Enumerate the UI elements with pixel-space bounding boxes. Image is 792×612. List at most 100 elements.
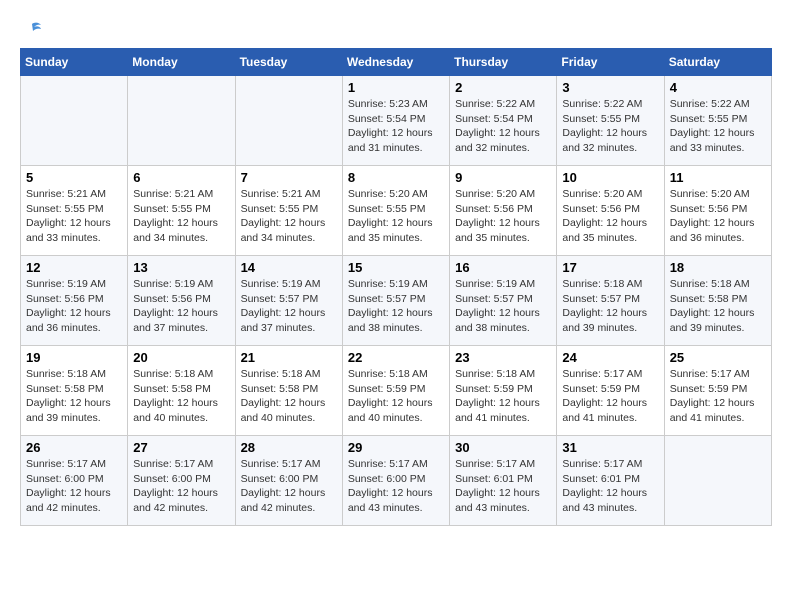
day-number: 9 <box>455 170 551 185</box>
day-number: 29 <box>348 440 444 455</box>
day-info: Sunrise: 5:22 AM Sunset: 5:55 PM Dayligh… <box>562 97 658 156</box>
day-info: Sunrise: 5:17 AM Sunset: 6:01 PM Dayligh… <box>562 457 658 516</box>
day-number: 6 <box>133 170 229 185</box>
calendar-cell: 2 Sunrise: 5:22 AM Sunset: 5:54 PM Daylig… <box>450 76 557 166</box>
day-info: Sunrise: 5:19 AM Sunset: 5:57 PM Dayligh… <box>348 277 444 336</box>
day-info: Sunrise: 5:17 AM Sunset: 6:00 PM Dayligh… <box>26 457 122 516</box>
calendar-cell: 28 Sunrise: 5:17 AM Sunset: 6:00 PM Dayli… <box>235 436 342 526</box>
day-info: Sunrise: 5:18 AM Sunset: 5:58 PM Dayligh… <box>241 367 337 426</box>
calendar-cell: 31 Sunrise: 5:17 AM Sunset: 6:01 PM Dayli… <box>557 436 664 526</box>
day-info: Sunrise: 5:17 AM Sunset: 6:00 PM Dayligh… <box>133 457 229 516</box>
logo-bird-icon <box>21 20 43 42</box>
day-info: Sunrise: 5:18 AM Sunset: 5:57 PM Dayligh… <box>562 277 658 336</box>
calendar-cell <box>128 76 235 166</box>
calendar-cell: 8 Sunrise: 5:20 AM Sunset: 5:55 PM Daylig… <box>342 166 449 256</box>
day-info: Sunrise: 5:20 AM Sunset: 5:55 PM Dayligh… <box>348 187 444 246</box>
day-number: 30 <box>455 440 551 455</box>
calendar-cell: 12Sunrise: 5:19 AM Sunset: 5:56 PM Dayli… <box>21 256 128 346</box>
day-number: 3 <box>562 80 658 95</box>
day-info: Sunrise: 5:18 AM Sunset: 5:59 PM Dayligh… <box>348 367 444 426</box>
header-tuesday: Tuesday <box>235 49 342 76</box>
week-row-3: 12Sunrise: 5:19 AM Sunset: 5:56 PM Dayli… <box>21 256 772 346</box>
week-row-5: 26 Sunrise: 5:17 AM Sunset: 6:00 PM Dayli… <box>21 436 772 526</box>
week-row-1: 1 Sunrise: 5:23 AM Sunset: 5:54 PM Daylig… <box>21 76 772 166</box>
calendar-cell: 7Sunrise: 5:21 AM Sunset: 5:55 PM Daylig… <box>235 166 342 256</box>
calendar-cell: 27 Sunrise: 5:17 AM Sunset: 6:00 PM Dayli… <box>128 436 235 526</box>
day-info: Sunrise: 5:17 AM Sunset: 6:00 PM Dayligh… <box>241 457 337 516</box>
calendar-table: SundayMondayTuesdayWednesdayThursdayFrid… <box>20 48 772 526</box>
day-number: 2 <box>455 80 551 95</box>
day-info: Sunrise: 5:17 AM Sunset: 6:00 PM Dayligh… <box>348 457 444 516</box>
day-info: Sunrise: 5:18 AM Sunset: 5:58 PM Dayligh… <box>670 277 766 336</box>
header-thursday: Thursday <box>450 49 557 76</box>
day-info: Sunrise: 5:18 AM Sunset: 5:58 PM Dayligh… <box>133 367 229 426</box>
day-info: Sunrise: 5:20 AM Sunset: 5:56 PM Dayligh… <box>562 187 658 246</box>
day-number: 28 <box>241 440 337 455</box>
day-number: 18 <box>670 260 766 275</box>
calendar-cell: 14 Sunrise: 5:19 AM Sunset: 5:57 PM Dayli… <box>235 256 342 346</box>
calendar-cell: 15 Sunrise: 5:19 AM Sunset: 5:57 PM Dayli… <box>342 256 449 346</box>
calendar-cell: 6 Sunrise: 5:21 AM Sunset: 5:55 PM Daylig… <box>128 166 235 256</box>
calendar-cell: 5 Sunrise: 5:21 AM Sunset: 5:55 PM Daylig… <box>21 166 128 256</box>
day-number: 21 <box>241 350 337 365</box>
calendar-cell: 13 Sunrise: 5:19 AM Sunset: 5:56 PM Dayli… <box>128 256 235 346</box>
calendar-cell: 9 Sunrise: 5:20 AM Sunset: 5:56 PM Daylig… <box>450 166 557 256</box>
day-info: Sunrise: 5:22 AM Sunset: 5:54 PM Dayligh… <box>455 97 551 156</box>
day-number: 15 <box>348 260 444 275</box>
day-info: Sunrise: 5:19 AM Sunset: 5:56 PM Dayligh… <box>26 277 122 336</box>
day-number: 11 <box>670 170 766 185</box>
day-info: Sunrise: 5:23 AM Sunset: 5:54 PM Dayligh… <box>348 97 444 156</box>
day-number: 16 <box>455 260 551 275</box>
day-number: 7 <box>241 170 337 185</box>
calendar-cell: 24 Sunrise: 5:17 AM Sunset: 5:59 PM Dayli… <box>557 346 664 436</box>
calendar-cell: 22 Sunrise: 5:18 AM Sunset: 5:59 PM Dayli… <box>342 346 449 436</box>
day-info: Sunrise: 5:17 AM Sunset: 5:59 PM Dayligh… <box>562 367 658 426</box>
day-info: Sunrise: 5:20 AM Sunset: 5:56 PM Dayligh… <box>670 187 766 246</box>
calendar-cell: 16 Sunrise: 5:19 AM Sunset: 5:57 PM Dayli… <box>450 256 557 346</box>
day-number: 26 <box>26 440 122 455</box>
calendar-cell: 29 Sunrise: 5:17 AM Sunset: 6:00 PM Dayli… <box>342 436 449 526</box>
calendar-cell: 21 Sunrise: 5:18 AM Sunset: 5:58 PM Dayli… <box>235 346 342 436</box>
day-info: Sunrise: 5:20 AM Sunset: 5:56 PM Dayligh… <box>455 187 551 246</box>
day-number: 13 <box>133 260 229 275</box>
day-info: Sunrise: 5:21 AM Sunset: 5:55 PM Dayligh… <box>133 187 229 246</box>
calendar-cell: 26 Sunrise: 5:17 AM Sunset: 6:00 PM Dayli… <box>21 436 128 526</box>
calendar-cell: 19 Sunrise: 5:18 AM Sunset: 5:58 PM Dayli… <box>21 346 128 436</box>
logo <box>20 20 43 38</box>
calendar-cell <box>235 76 342 166</box>
day-number: 14 <box>241 260 337 275</box>
header-sunday: Sunday <box>21 49 128 76</box>
day-number: 8 <box>348 170 444 185</box>
calendar-cell: 25Sunrise: 5:17 AM Sunset: 5:59 PM Dayli… <box>664 346 771 436</box>
day-info: Sunrise: 5:18 AM Sunset: 5:58 PM Dayligh… <box>26 367 122 426</box>
day-number: 19 <box>26 350 122 365</box>
day-info: Sunrise: 5:19 AM Sunset: 5:56 PM Dayligh… <box>133 277 229 336</box>
week-row-2: 5 Sunrise: 5:21 AM Sunset: 5:55 PM Daylig… <box>21 166 772 256</box>
day-info: Sunrise: 5:19 AM Sunset: 5:57 PM Dayligh… <box>455 277 551 336</box>
calendar-cell: 23 Sunrise: 5:18 AM Sunset: 5:59 PM Dayli… <box>450 346 557 436</box>
calendar-cell <box>664 436 771 526</box>
calendar-cell: 30 Sunrise: 5:17 AM Sunset: 6:01 PM Dayli… <box>450 436 557 526</box>
calendar-cell <box>21 76 128 166</box>
day-number: 1 <box>348 80 444 95</box>
day-number: 10 <box>562 170 658 185</box>
day-info: Sunrise: 5:17 AM Sunset: 6:01 PM Dayligh… <box>455 457 551 516</box>
calendar-cell: 11 Sunrise: 5:20 AM Sunset: 5:56 PM Dayli… <box>664 166 771 256</box>
day-number: 22 <box>348 350 444 365</box>
day-number: 23 <box>455 350 551 365</box>
header-wednesday: Wednesday <box>342 49 449 76</box>
day-number: 25 <box>670 350 766 365</box>
calendar-header: SundayMondayTuesdayWednesdayThursdayFrid… <box>21 49 772 76</box>
day-number: 31 <box>562 440 658 455</box>
day-number: 27 <box>133 440 229 455</box>
calendar-cell: 4Sunrise: 5:22 AM Sunset: 5:55 PM Daylig… <box>664 76 771 166</box>
header-monday: Monday <box>128 49 235 76</box>
day-number: 5 <box>26 170 122 185</box>
day-info: Sunrise: 5:18 AM Sunset: 5:59 PM Dayligh… <box>455 367 551 426</box>
day-number: 24 <box>562 350 658 365</box>
day-info: Sunrise: 5:22 AM Sunset: 5:55 PM Dayligh… <box>670 97 766 156</box>
header-saturday: Saturday <box>664 49 771 76</box>
day-info: Sunrise: 5:21 AM Sunset: 5:55 PM Dayligh… <box>26 187 122 246</box>
calendar-cell: 17Sunrise: 5:18 AM Sunset: 5:57 PM Dayli… <box>557 256 664 346</box>
day-info: Sunrise: 5:19 AM Sunset: 5:57 PM Dayligh… <box>241 277 337 336</box>
